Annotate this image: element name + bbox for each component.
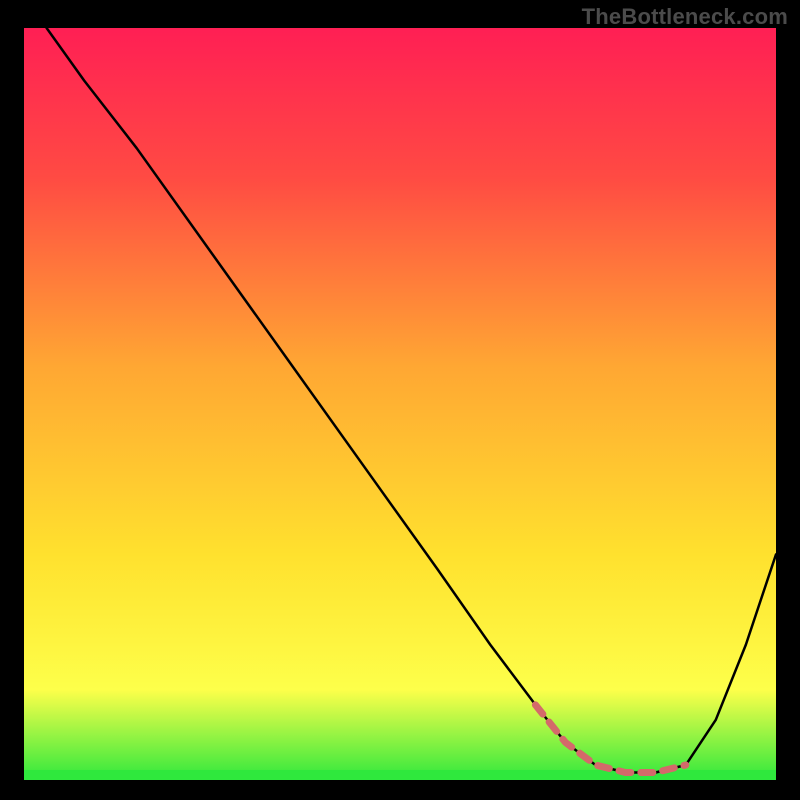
watermark-text: TheBottleneck.com [582,4,788,30]
gradient-background [24,28,776,780]
chart-svg [24,28,776,780]
plot-area [24,28,776,780]
chart-frame: TheBottleneck.com [0,0,800,800]
